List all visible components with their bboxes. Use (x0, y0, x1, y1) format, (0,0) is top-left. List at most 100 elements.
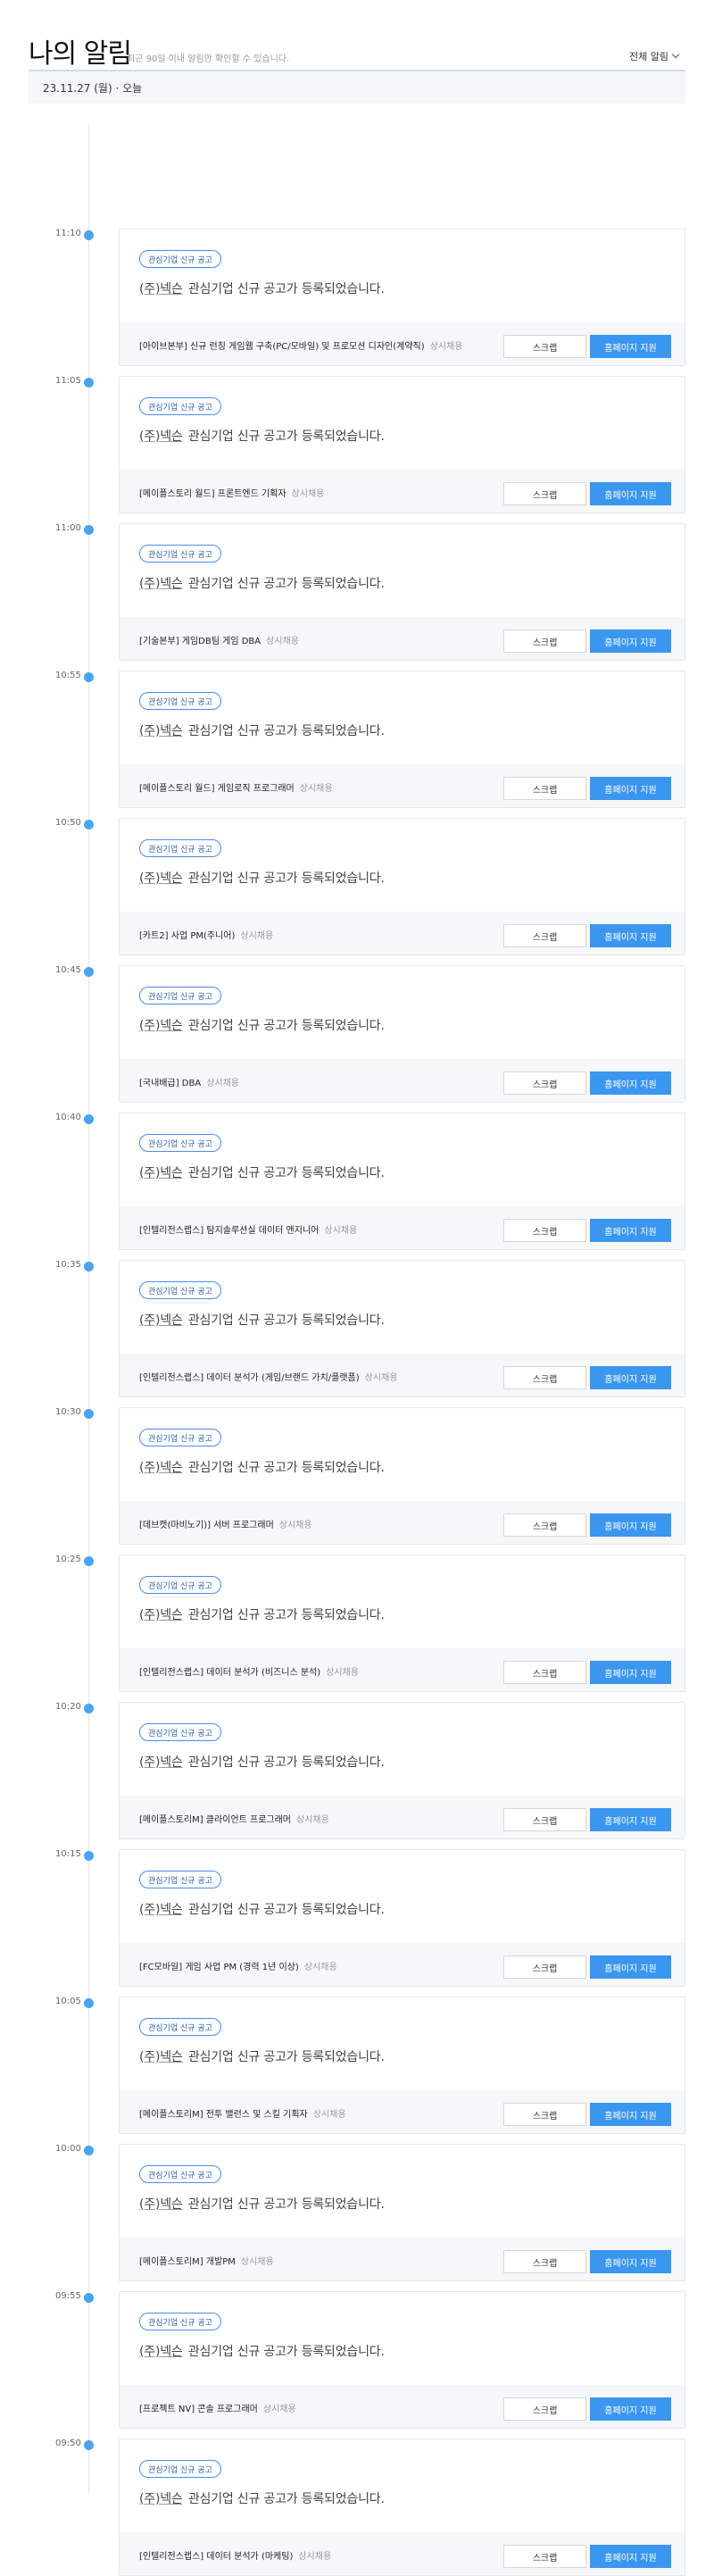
homepage-apply-button[interactable]: 홈페이지 지원 (590, 2397, 671, 2421)
job-title: [메이플스토리M] 클라이언트 프로그래머 (139, 1815, 291, 1825)
notification-card: 관심기업 신규 공고 (주)넥슨 관심기업 신규 공고가 등록되었습니다. [국… (119, 965, 685, 1103)
company-link[interactable]: (주)넥슨 (139, 2492, 183, 2506)
company-link[interactable]: (주)넥슨 (139, 1313, 183, 1328)
timeline-dot (84, 2440, 94, 2450)
notification-card: 관심기업 신규 공고 (주)넥슨 관심기업 신규 공고가 등록되었습니다. [프… (119, 2291, 685, 2429)
homepage-apply-button[interactable]: 홈페이지 지원 (590, 777, 671, 800)
notification-item: 10:55 관심기업 신규 공고 (주)넥슨 관심기업 신규 공고가 등록되었습… (0, 671, 714, 808)
job-title-link[interactable]: [아이브본부] 신규 런칭 게임웹 구축(PC/모바일) 및 프로모션 디자인(… (139, 338, 462, 352)
date-bar: 23.11.27 (월) · 오늘 (29, 71, 685, 104)
job-row: [기술본부] 게임DB팀 게임 DBA 상시채용 스크랩 홈페이지 지원 (120, 617, 685, 660)
job-row: [메이플스토리 월드] 게임로직 프로그래머 상시채용 스크랩 홈페이지 지원 (120, 764, 685, 807)
job-status: 상시채용 (298, 2552, 332, 2562)
notification-card: 관심기업 신규 공고 (주)넥슨 관심기업 신규 공고가 등록되었습니다. [인… (119, 1113, 685, 1250)
job-title-link[interactable]: [카트2] 사업 PM(주니어) 상시채용 (139, 928, 273, 941)
scrap-button[interactable]: 스크랩 (503, 1955, 586, 1979)
homepage-apply-button[interactable]: 홈페이지 지원 (590, 1513, 671, 1537)
job-title-link[interactable]: [메이플스토리M] 개발PM 상시채용 (139, 2254, 274, 2267)
job-title-link[interactable]: [FC모바일] 게임 사업 PM (경력 1년 이상) 상시채용 (139, 1959, 337, 1972)
notification-item: 10:25 관심기업 신규 공고 (주)넥슨 관심기업 신규 공고가 등록되었습… (0, 1555, 714, 1692)
notification-card: 관심기업 신규 공고 (주)넥슨 관심기업 신규 공고가 등록되었습니다. [인… (119, 1555, 685, 1692)
job-title-link[interactable]: [메이플스토리 월드] 게임로직 프로그래머 상시채용 (139, 780, 333, 794)
notification-message: (주)넥슨 관심기업 신규 공고가 등록되었습니다. (139, 427, 385, 445)
company-link[interactable]: (주)넥슨 (139, 1166, 183, 1180)
homepage-apply-button[interactable]: 홈페이지 지원 (590, 924, 671, 947)
homepage-apply-button[interactable]: 홈페이지 지원 (590, 482, 671, 505)
message-text: 관심기업 신규 공고가 등록되었습니다. (184, 1313, 385, 1328)
homepage-apply-button[interactable]: 홈페이지 지원 (590, 1219, 671, 1242)
job-title-link[interactable]: [인텔리전스랩스] 탐지솔루션실 데이터 엔지니어 상시채용 (139, 1222, 357, 1236)
company-link[interactable]: (주)넥슨 (139, 1461, 183, 1475)
company-link[interactable]: (주)넥슨 (139, 1019, 183, 1033)
company-link[interactable]: (주)넥슨 (139, 1755, 183, 1770)
scrap-button[interactable]: 스크랩 (503, 777, 586, 800)
homepage-apply-button[interactable]: 홈페이지 지원 (590, 1366, 671, 1389)
job-title: [데브캣(마비노기)] 서버 프로그래머 (139, 1521, 274, 1530)
notification-time: 10:30 (55, 1407, 81, 1417)
job-title-link[interactable]: [인텔리전스랩스] 데이터 분석가 (비즈니스 분석) 상시채용 (139, 1664, 359, 1678)
homepage-apply-button[interactable]: 홈페이지 지원 (590, 2103, 671, 2126)
scrap-button[interactable]: 스크랩 (503, 1071, 586, 1095)
company-link[interactable]: (주)넥슨 (139, 1608, 183, 1622)
scrap-button[interactable]: 스크랩 (503, 2545, 586, 2568)
scrap-button[interactable]: 스크랩 (503, 1808, 586, 1831)
notification-message: (주)넥슨 관심기업 신규 공고가 등록되었습니다. (139, 574, 385, 592)
job-title-link[interactable]: [데브캣(마비노기)] 서버 프로그래머 상시채용 (139, 1517, 312, 1530)
notification-card: 관심기업 신규 공고 (주)넥슨 관심기업 신규 공고가 등록되었습니다. [메… (119, 2144, 685, 2281)
homepage-apply-button[interactable]: 홈페이지 지원 (590, 1955, 671, 1979)
company-link[interactable]: (주)넥슨 (139, 724, 183, 738)
scrap-button[interactable]: 스크랩 (503, 335, 586, 358)
notification-item: 10:50 관심기업 신규 공고 (주)넥슨 관심기업 신규 공고가 등록되었습… (0, 818, 714, 955)
job-title-link[interactable]: [메이플스토리M] 클라이언트 프로그래머 상시채용 (139, 1812, 329, 1825)
company-link[interactable]: (주)넥슨 (139, 2197, 183, 2212)
notification-item: 11:00 관심기업 신규 공고 (주)넥슨 관심기업 신규 공고가 등록되었습… (0, 523, 714, 661)
message-text: 관심기업 신규 공고가 등록되었습니다. (184, 724, 385, 738)
scrap-button[interactable]: 스크랩 (503, 2250, 586, 2273)
filter-label: 전체 알림 (629, 51, 668, 63)
page-title: 나의 알림 (29, 38, 132, 70)
job-row: [메이플스토리M] 클라이언트 프로그래머 상시채용 스크랩 홈페이지 지원 (120, 1796, 685, 1838)
company-link[interactable]: (주)넥슨 (139, 871, 183, 886)
homepage-apply-button[interactable]: 홈페이지 지원 (590, 2250, 671, 2273)
scrap-button[interactable]: 스크랩 (503, 2397, 586, 2421)
scrap-button[interactable]: 스크랩 (503, 2103, 586, 2126)
scrap-button[interactable]: 스크랩 (503, 482, 586, 505)
homepage-apply-button[interactable]: 홈페이지 지원 (590, 629, 671, 653)
notification-message: (주)넥슨 관심기업 신규 공고가 등록되었습니다. (139, 1605, 385, 1623)
scrap-button[interactable]: 스크랩 (503, 1366, 586, 1389)
homepage-apply-button[interactable]: 홈페이지 지원 (590, 2545, 671, 2568)
job-title-link[interactable]: [국내배급] DBA 상시채용 (139, 1075, 239, 1088)
company-link[interactable]: (주)넥슨 (139, 429, 183, 444)
notification-time: 09:55 (55, 2291, 81, 2301)
company-link[interactable]: (주)넥슨 (139, 577, 183, 591)
job-title-link[interactable]: [기술본부] 게임DB팀 게임 DBA 상시채용 (139, 633, 299, 646)
company-link[interactable]: (주)넥슨 (139, 282, 183, 296)
company-link[interactable]: (주)넥슨 (139, 2050, 183, 2064)
notification-tag: 관심기업 신규 공고 (139, 1429, 221, 1446)
job-title-link[interactable]: [메이플스토리 월드] 프론트엔드 기획자 상시채용 (139, 486, 324, 499)
notification-card: 관심기업 신규 공고 (주)넥슨 관심기업 신규 공고가 등록되었습니다. [인… (119, 1260, 685, 1397)
scrap-button[interactable]: 스크랩 (503, 1513, 586, 1537)
message-text: 관심기업 신규 공고가 등록되었습니다. (184, 1019, 385, 1033)
notification-message: (주)넥슨 관심기업 신규 공고가 등록되었습니다. (139, 1016, 385, 1034)
homepage-apply-button[interactable]: 홈페이지 지원 (590, 1808, 671, 1831)
notification-item: 10:40 관심기업 신규 공고 (주)넥슨 관심기업 신규 공고가 등록되었습… (0, 1113, 714, 1250)
job-title-link[interactable]: [메이플스토리M] 전투 밸런스 및 스킬 기획자 상시채용 (139, 2106, 346, 2120)
scrap-button[interactable]: 스크랩 (503, 1219, 586, 1242)
homepage-apply-button[interactable]: 홈페이지 지원 (590, 1071, 671, 1095)
notification-tag: 관심기업 신규 공고 (139, 1134, 221, 1152)
homepage-apply-button[interactable]: 홈페이지 지원 (590, 1661, 671, 1684)
homepage-apply-button[interactable]: 홈페이지 지원 (590, 335, 671, 358)
scrap-button[interactable]: 스크랩 (503, 1661, 586, 1684)
company-link[interactable]: (주)넥슨 (139, 1903, 183, 1917)
page-subtitle: 최근 90일 이내 알림만 확인할 수 있습니다. (127, 54, 290, 64)
scrap-button[interactable]: 스크랩 (503, 629, 586, 653)
job-title-link[interactable]: [프로젝트 NV] 콘솔 프로그래머 상시채용 (139, 2401, 296, 2414)
notification-tag: 관심기업 신규 공고 (139, 2313, 221, 2330)
scrap-button[interactable]: 스크랩 (503, 924, 586, 947)
job-title-link[interactable]: [인텔리전스랩스] 데이터 분석가 (마케팅) 상시채용 (139, 2548, 331, 2562)
company-link[interactable]: (주)넥슨 (139, 2345, 183, 2359)
message-text: 관심기업 신규 공고가 등록되었습니다. (184, 2345, 385, 2359)
notification-filter-dropdown[interactable]: 전체 알림 (629, 49, 680, 63)
job-title-link[interactable]: [인텔리전스랩스] 데이터 분석가 (게임/브랜드 가치/플랫폼) 상시채용 (139, 1370, 397, 1383)
